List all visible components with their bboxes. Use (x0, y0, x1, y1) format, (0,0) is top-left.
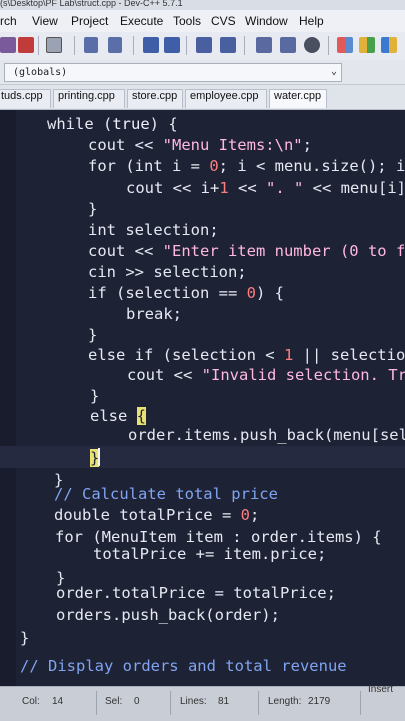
tab-employee[interactable]: employee.cpp (185, 89, 267, 108)
code-comment: // Calculate total price (54, 485, 278, 503)
scope-dropdown[interactable]: (globals) ⌄ (4, 63, 342, 82)
window-title-bar: (s\Desktop\PF Lab\struct.cpp - Dev-C++ 5… (0, 0, 405, 10)
toolbar-separator (186, 36, 187, 55)
code-line: cin >> selection; (88, 263, 247, 281)
compile-icon[interactable] (0, 37, 16, 53)
menu-search[interactable]: rch (0, 14, 17, 28)
code-line: } (88, 326, 98, 344)
matched-bracket: { (136, 407, 147, 425)
code-line: cout << i+1 << ". " << menu[i] (126, 179, 405, 197)
print-icon[interactable] (46, 37, 62, 53)
status-separator (258, 691, 259, 715)
tab-tuds[interactable]: tuds.cpp (0, 89, 51, 108)
status-sel-value: 0 (134, 696, 140, 707)
code-line: } (90, 387, 100, 405)
status-separator (170, 691, 171, 715)
status-lines-value: 81 (218, 696, 230, 707)
status-separator (96, 691, 97, 715)
toolbar-separator (244, 36, 245, 55)
project-options-icon[interactable] (381, 37, 397, 53)
code-line: orders.push_back(order); (56, 606, 280, 624)
code-line: while (true) { (47, 115, 178, 133)
status-length-value: 2179 (308, 696, 331, 707)
unindent-icon[interactable] (220, 37, 236, 53)
code-line: else { (90, 407, 147, 425)
find-icon[interactable] (143, 37, 159, 53)
code-line: for (int i = 0; i < menu.size(); i (88, 157, 405, 175)
scope-value: (globals) (13, 67, 68, 78)
status-separator (360, 691, 361, 715)
menu-project[interactable]: Project (71, 14, 108, 28)
current-line-highlight (0, 446, 405, 468)
forward-icon[interactable] (280, 37, 296, 53)
stop-icon[interactable] (304, 37, 320, 53)
code-comment: // Display orders and total revenue (20, 657, 347, 675)
class-browser-icon[interactable] (359, 37, 375, 53)
toolbar-separator (74, 36, 75, 55)
menu-view[interactable]: View (32, 14, 58, 28)
status-length-label: Length: (268, 696, 302, 707)
code-line: } (20, 629, 30, 647)
code-line: totalPrice += item.price; (93, 545, 327, 563)
code-line: cout << "Invalid selection. Try (127, 366, 405, 384)
toolbar (0, 32, 405, 61)
status-col-label: Col: (22, 696, 40, 707)
scope-bar: (globals) ⌄ (0, 60, 405, 85)
status-lines-label: Lines: (180, 696, 207, 707)
status-col-value: 14 (52, 696, 64, 707)
status-sel-label: Sel: (105, 696, 123, 707)
menu-help[interactable]: Help (299, 14, 324, 28)
editor-gutter (0, 110, 16, 686)
code-line: if (selection == 0) { (88, 284, 284, 302)
toolbar-separator (133, 36, 134, 55)
code-line: break; (126, 305, 182, 323)
undo-icon[interactable] (84, 37, 98, 53)
menu-execute[interactable]: Execute (120, 14, 163, 28)
indent-icon[interactable] (196, 37, 212, 53)
code-line: order.items.push_back(menu[sele (128, 426, 405, 444)
code-line: double totalPrice = 0; (54, 506, 260, 524)
menu-cvs[interactable]: CVS (211, 14, 236, 28)
replace-icon[interactable] (164, 37, 180, 53)
window-title: (s\Desktop\PF Lab\struct.cpp - Dev-C++ 5… (0, 0, 183, 8)
status-bar: Col: 14 Sel: 0 Lines: 81 Length: 2179 In… (0, 684, 405, 721)
code-editor[interactable]: while (true) { cout << "Menu Items:\n"; … (0, 110, 405, 686)
status-insert-mode: Insert (368, 684, 394, 695)
back-icon[interactable] (256, 37, 272, 53)
text-caret (98, 448, 100, 466)
close-file-icon[interactable] (18, 37, 34, 53)
tab-printing[interactable]: printing.cpp (53, 89, 125, 108)
code-line: else if (selection < 1 || selection (88, 346, 405, 364)
tab-water[interactable]: water.cpp (269, 89, 327, 108)
code-line: cout << "Enter item number (0 to fi (88, 242, 405, 260)
chevron-down-icon[interactable]: ⌄ (331, 63, 337, 80)
menu-window[interactable]: Window (245, 14, 288, 28)
code-line: int selection; (88, 221, 219, 239)
redo-icon[interactable] (108, 37, 122, 53)
new-class-icon[interactable] (337, 37, 353, 53)
menu-bar: rch View Project Execute Tools CVS Windo… (0, 10, 405, 32)
toolbar-separator (328, 36, 329, 55)
file-tabs: tuds.cpp printing.cpp store.cpp employee… (0, 85, 405, 110)
code-line: cout << "Menu Items:\n"; (88, 136, 312, 154)
code-line: } (88, 200, 98, 218)
toolbar-separator (38, 36, 39, 55)
code-line: order.totalPrice = totalPrice; (56, 584, 336, 602)
menu-tools[interactable]: Tools (173, 14, 201, 28)
tab-store[interactable]: store.cpp (127, 89, 183, 108)
